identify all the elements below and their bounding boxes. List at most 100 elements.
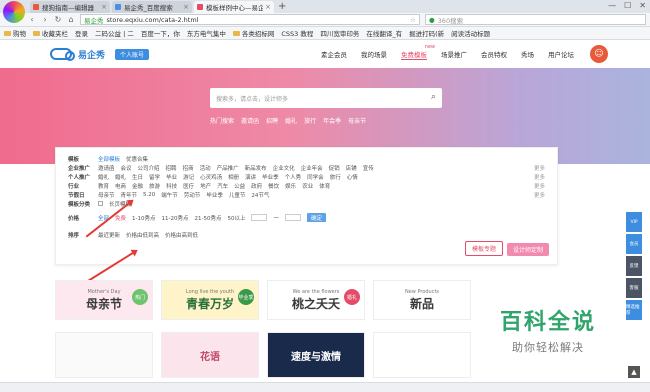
filter-option[interactable]: 体育 [319, 182, 330, 190]
hot-term[interactable]: 旅行 [304, 116, 316, 125]
filter-option[interactable]: 游记 [183, 173, 194, 181]
sidebar-item[interactable]: 客服 [626, 278, 642, 298]
close-window-icon[interactable]: ✕ [639, 1, 646, 10]
hot-term[interactable]: 邀请函 [241, 116, 259, 125]
new-tab-button[interactable]: + [278, 1, 286, 13]
filter-option[interactable]: 个人秀 [285, 173, 302, 181]
brand-logo[interactable]: 易企秀 [50, 48, 105, 61]
bookmark-item[interactable]: 各类招标网 [232, 28, 274, 38]
nav-item[interactable]: 会员特权 [481, 49, 507, 60]
filter-option[interactable]: 毕业季 [206, 191, 223, 199]
filter-option[interactable]: 生日 [132, 173, 143, 181]
filter-option[interactable]: 24节气 [251, 191, 269, 199]
maximize-icon[interactable]: ☐ [624, 1, 631, 10]
close-icon[interactable]: × [101, 3, 107, 11]
bookmark-item[interactable]: 阅读活动标题 [451, 28, 490, 38]
hero-search-input[interactable]: 搜索多，请点击，设计师多 ⌕ [210, 88, 442, 108]
bookmark-item[interactable]: 掘进打码(新 [409, 28, 444, 38]
hot-term[interactable]: 招聘 [266, 116, 278, 125]
filter-option[interactable]: 招商 [183, 164, 194, 172]
filter-option[interactable]: 儿童节 [229, 191, 246, 199]
nav-item[interactable]: 素企会员 [321, 49, 347, 60]
avatar[interactable]: ☺ [590, 45, 608, 63]
bookmark-item[interactable]: 四川宽审印务 [320, 28, 359, 38]
tab-0[interactable]: 搜狗指南—编辑器 × [30, 1, 110, 13]
designer-custom-button[interactable]: 设计师定制 [506, 243, 549, 256]
filter-option[interactable]: 邀请函 [98, 164, 115, 172]
tab-2[interactable]: 模板样例中心—易企秀 × [194, 1, 274, 13]
personal-account-button[interactable]: 个人账号 [115, 48, 150, 60]
filter-option[interactable]: 母亲节 [98, 191, 115, 199]
bookmark-item[interactable]: 东方电气集中 [187, 28, 226, 38]
browser-logo-icon[interactable] [3, 1, 25, 23]
template-card[interactable]: New Products 新品 [373, 280, 471, 320]
bookmark-item[interactable]: 百度一下，你 [141, 28, 180, 38]
filter-option[interactable]: 电商 [115, 182, 126, 190]
filter-option[interactable]: 旅行 [330, 173, 341, 181]
filter-option[interactable]: 企业文化 [273, 164, 295, 172]
filter-option[interactable]: 产品推广 [217, 164, 239, 172]
close-icon[interactable]: × [183, 3, 189, 11]
filter-option[interactable]: 端午节 [161, 191, 178, 199]
forward-icon[interactable]: › [41, 15, 49, 24]
nav-item[interactable]: 秀场 [521, 49, 534, 60]
filter-option[interactable]: 婚礼 [115, 173, 126, 181]
template-card[interactable]: 花语 [161, 332, 259, 378]
filter-option[interactable]: 演讲 [245, 173, 256, 181]
bookmark-item[interactable]: 二码公益 | 二 [95, 28, 134, 38]
price-ok-button[interactable]: 确定 [306, 213, 326, 222]
price-option-free[interactable]: 免费 [115, 214, 126, 222]
template-card[interactable]: Long live the youth 青春万岁 毕业季 [161, 280, 259, 320]
filter-option[interactable]: 农业 [302, 182, 313, 190]
price-option[interactable]: 21-50秀点 [195, 214, 222, 222]
price-option[interactable]: 1-10秀点 [132, 214, 155, 222]
hot-term[interactable]: 年会季 [323, 116, 341, 125]
filter-option[interactable]: 招聘 [166, 164, 177, 172]
filter-option[interactable]: 留学 [149, 173, 160, 181]
filter-option[interactable]: 会议 [121, 164, 132, 172]
sidebar-item[interactable]: 会员 [626, 234, 642, 254]
sort-option[interactable]: 价格由低到高 [126, 231, 159, 239]
filter-option[interactable]: 公司介绍 [138, 164, 160, 172]
filter-option[interactable]: 新品发布 [245, 164, 267, 172]
bookmark-item[interactable]: CSS3 教程 [281, 28, 313, 38]
nav-item[interactable]: 我的场景 [361, 49, 387, 60]
filter-option[interactable]: 公益 [234, 182, 245, 190]
more-link[interactable]: 更多 [534, 191, 545, 199]
filter-option[interactable]: 地产 [200, 182, 211, 190]
search-input[interactable]: ● 360搜索 [425, 14, 646, 25]
back-icon[interactable]: ‹ [28, 15, 36, 24]
filter-option[interactable]: 心情 [347, 173, 358, 181]
nav-item-active[interactable]: 免费模板 new [401, 44, 435, 60]
tab-1[interactable]: 易企秀_百度搜索 × [112, 1, 192, 13]
bookmark-item[interactable]: 购物 [4, 28, 26, 38]
template-card[interactable]: Mother's Day 母亲节 热门 [55, 280, 153, 320]
nav-item[interactable]: 用户论坛 [548, 49, 574, 60]
nav-item[interactable]: 场景推广 [441, 49, 467, 60]
filter-option[interactable]: 心灵鸡汤 [200, 173, 222, 181]
filter-option[interactable]: 教育 [98, 182, 109, 190]
filter-option[interactable]: 科技 [166, 182, 177, 190]
filter-option[interactable]: 汽车 [217, 182, 228, 190]
sidebar-item[interactable]: VIP [626, 212, 642, 232]
filter-option[interactable]: 娱乐 [285, 182, 296, 190]
filter-option[interactable]: 金融 [132, 182, 143, 190]
refresh-icon[interactable]: ↻ [54, 15, 62, 24]
long-page-checkbox[interactable] [98, 201, 103, 206]
template-card[interactable]: 速度与激情 [267, 332, 365, 378]
filter-option[interactable]: 政府 [251, 182, 262, 190]
filter-option[interactable]: 劳动节 [184, 191, 201, 199]
filter-option[interactable]: 活动 [200, 164, 211, 172]
template-card[interactable] [55, 332, 153, 378]
sidebar-item[interactable]: 反馈 [626, 256, 642, 276]
hot-term[interactable]: 婚礼 [285, 116, 297, 125]
search-icon[interactable]: ⌕ [431, 92, 436, 102]
reader-icon[interactable]: ☆ [410, 16, 416, 24]
filter-option[interactable]: 餐饮 [268, 182, 279, 190]
filter-option[interactable]: 旅游 [149, 182, 160, 190]
filter-option[interactable]: 促销 [329, 164, 340, 172]
filter-option[interactable]: 同学会 [307, 173, 324, 181]
filter-option[interactable]: 5.20 [143, 192, 155, 198]
template-topic-button[interactable]: 模板专题 [464, 241, 503, 256]
sidebar-item[interactable]: 精选推荐 [626, 300, 642, 320]
